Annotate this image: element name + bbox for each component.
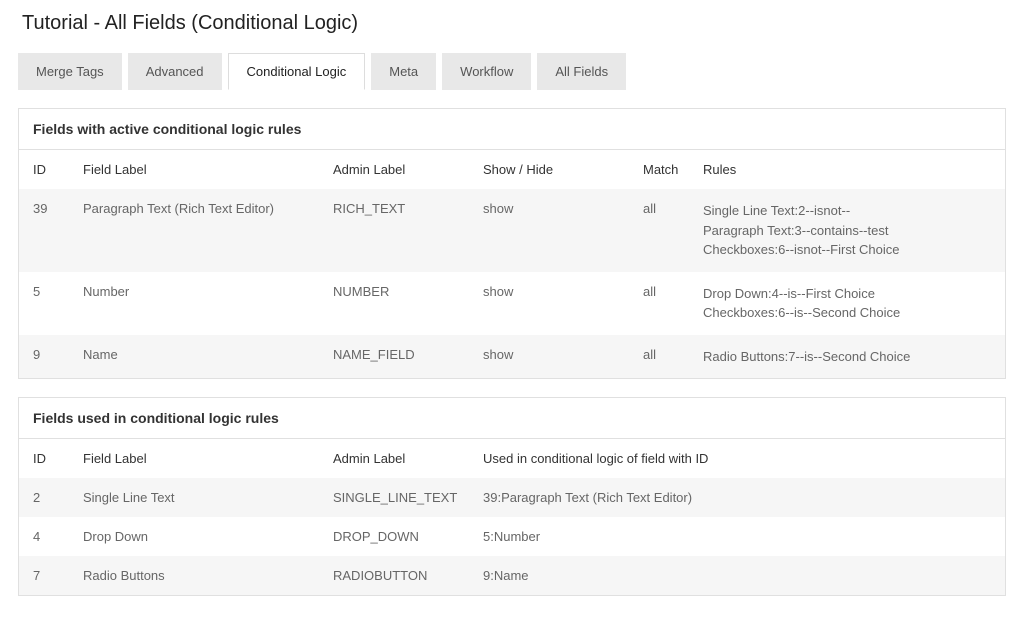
tab-advanced[interactable]: Advanced [128,53,222,90]
col-header-id: ID [19,150,69,189]
cell-admin: NUMBER [319,272,469,335]
cell-label: Single Line Text [69,478,319,517]
active-rules-table: ID Field Label Admin Label Show / Hide M… [19,150,1005,378]
col-header-rules: Rules [689,150,1005,189]
cell-id: 2 [19,478,69,517]
cell-admin: DROP_DOWN [319,517,469,556]
col-header-usedin: Used in conditional logic of field with … [469,439,1005,478]
table-row: 5NumberNUMBERshowallDrop Down:4--is--Fir… [19,272,1005,335]
active-rules-panel-title: Fields with active conditional logic rul… [19,109,1005,150]
cell-admin: SINGLE_LINE_TEXT [319,478,469,517]
cell-id: 39 [19,189,69,272]
col-header-id: ID [19,439,69,478]
cell-rules: Drop Down:4--is--First ChoiceCheckboxes:… [689,272,1005,335]
cell-label: Radio Buttons [69,556,319,595]
rule-line: Drop Down:4--is--First Choice [703,284,991,304]
rule-line: Single Line Text:2--isnot-- [703,201,991,221]
col-header-showhide: Show / Hide [469,150,629,189]
rule-line: Radio Buttons:7--is--Second Choice [703,347,991,367]
table-row: 9NameNAME_FIELDshowall Radio Buttons:7--i… [19,335,1005,379]
tab-merge-tags[interactable]: Merge Tags [18,53,122,90]
rule-line: Checkboxes:6--isnot--First Choice [703,240,991,260]
tab-conditional-logic[interactable]: Conditional Logic [228,53,366,90]
active-rules-panel: Fields with active conditional logic rul… [18,108,1006,379]
col-header-label: Field Label [69,150,319,189]
cell-id: 9 [19,335,69,379]
cell-id: 4 [19,517,69,556]
table-row: 39Paragraph Text (Rich Text Editor)RICH_… [19,189,1005,272]
col-header-match: Match [629,150,689,189]
cell-usedin: 39:Paragraph Text (Rich Text Editor) [469,478,1005,517]
cell-label: Drop Down [69,517,319,556]
cell-admin: NAME_FIELD [319,335,469,379]
used-rules-panel: Fields used in conditional logic rules I… [18,397,1006,596]
cell-match: all [629,189,689,272]
rule-line: Checkboxes:6--is--Second Choice [703,303,991,323]
col-header-label: Field Label [69,439,319,478]
cell-label: Name [69,335,319,379]
table-header-row: ID Field Label Admin Label Used in condi… [19,439,1005,478]
tab-workflow[interactable]: Workflow [442,53,531,90]
cell-usedin: 5:Number [469,517,1005,556]
cell-rules: Single Line Text:2--isnot--Paragraph Tex… [689,189,1005,272]
cell-label: Paragraph Text (Rich Text Editor) [69,189,319,272]
cell-label: Number [69,272,319,335]
cell-match: all [629,272,689,335]
rule-line: Paragraph Text:3--contains--test [703,221,991,241]
cell-rules: Radio Buttons:7--is--Second Choice [689,335,1005,379]
cell-usedin: 9:Name [469,556,1005,595]
cell-admin: RADIOBUTTON [319,556,469,595]
cell-id: 7 [19,556,69,595]
cell-id: 5 [19,272,69,335]
tab-all-fields[interactable]: All Fields [537,53,626,90]
tab-meta[interactable]: Meta [371,53,436,90]
tab-bar: Merge TagsAdvancedConditional LogicMetaW… [18,53,1006,90]
table-row: 4Drop DownDROP_DOWN5:Number [19,517,1005,556]
table-row: 2Single Line TextSINGLE_LINE_TEXT39:Para… [19,478,1005,517]
used-rules-panel-title: Fields used in conditional logic rules [19,398,1005,439]
col-header-admin: Admin Label [319,150,469,189]
cell-match: all [629,335,689,379]
used-rules-table: ID Field Label Admin Label Used in condi… [19,439,1005,595]
table-row: 7Radio ButtonsRADIOBUTTON9:Name [19,556,1005,595]
table-header-row: ID Field Label Admin Label Show / Hide M… [19,150,1005,189]
cell-showhide: show [469,335,629,379]
page-title: Tutorial - All Fields (Conditional Logic… [18,12,1006,35]
cell-showhide: show [469,272,629,335]
cell-admin: RICH_TEXT [319,189,469,272]
cell-showhide: show [469,189,629,272]
col-header-admin: Admin Label [319,439,469,478]
